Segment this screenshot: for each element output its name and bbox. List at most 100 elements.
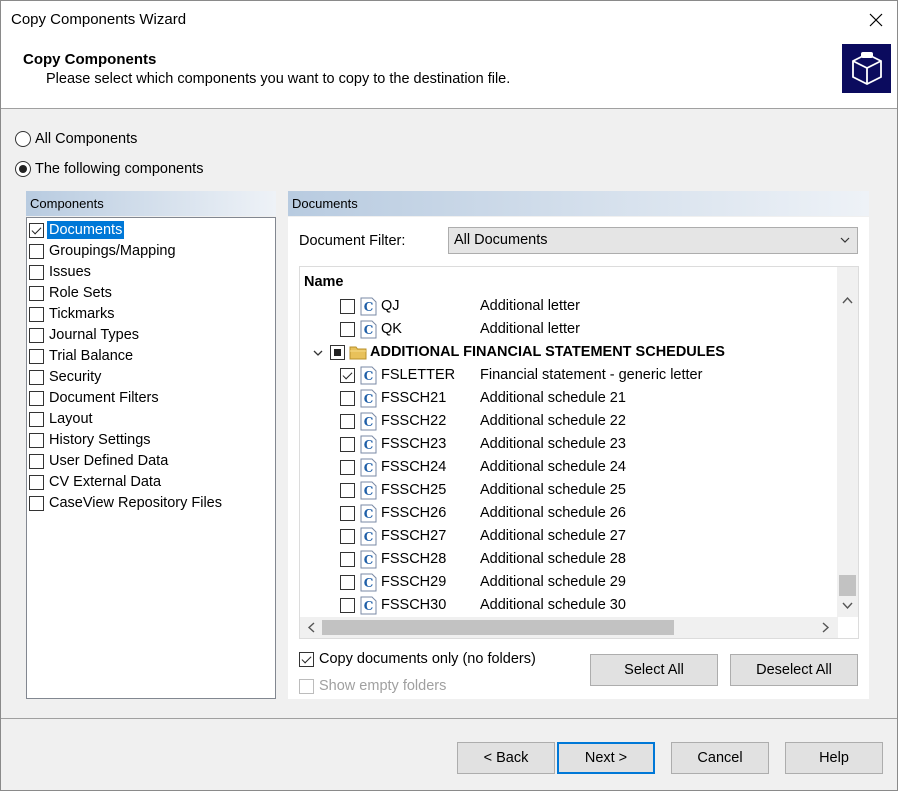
tree-document-row[interactable]: C FSSCH26 Additional schedule 26 xyxy=(300,502,830,525)
document-checkbox[interactable] xyxy=(340,414,355,429)
tree-document-row[interactable]: C FSSCH28 Additional schedule 28 xyxy=(300,548,830,571)
component-item[interactable]: Layout xyxy=(29,409,95,429)
expand-chevron-icon[interactable] xyxy=(312,347,324,359)
component-checkbox[interactable] xyxy=(29,390,44,406)
svg-text:C: C xyxy=(364,438,374,452)
vertical-scroll-thumb[interactable] xyxy=(839,575,856,596)
document-checkbox[interactable] xyxy=(330,345,345,360)
component-item[interactable]: Journal Types xyxy=(29,325,141,345)
cube-icon xyxy=(851,51,882,85)
document-name: FSSCH23 xyxy=(381,436,447,452)
scroll-up-icon[interactable] xyxy=(842,295,853,307)
component-checkbox[interactable] xyxy=(29,243,44,259)
tree-folder-row[interactable]: ADDITIONAL FINANCIAL STATEMENT SCHEDULES xyxy=(300,341,830,364)
component-checkbox[interactable] xyxy=(29,285,44,301)
scroll-down-icon[interactable] xyxy=(842,601,853,613)
document-checkbox[interactable] xyxy=(340,437,355,452)
component-checkbox[interactable] xyxy=(29,327,44,343)
document-checkbox[interactable] xyxy=(340,299,355,314)
document-checkbox[interactable] xyxy=(340,506,355,521)
component-checkbox[interactable] xyxy=(29,264,44,280)
component-checkbox[interactable] xyxy=(29,432,44,448)
document-description: Additional schedule 23 xyxy=(480,436,626,452)
scroll-left-icon[interactable] xyxy=(307,622,315,636)
select-all-button[interactable]: Select All xyxy=(590,654,718,686)
component-checkbox[interactable] xyxy=(29,495,44,511)
tree-document-row[interactable]: C FSSCH30 Additional schedule 30 xyxy=(300,594,830,617)
copy-docs-only-checkbox[interactable] xyxy=(299,651,314,667)
component-item[interactable]: User Defined Data xyxy=(29,451,170,471)
component-checkbox[interactable] xyxy=(29,348,44,364)
component-item[interactable]: Groupings/Mapping xyxy=(29,241,178,261)
component-checkbox[interactable] xyxy=(29,474,44,490)
component-item[interactable]: Trial Balance xyxy=(29,346,135,366)
all-components-radio[interactable]: All Components xyxy=(15,131,137,147)
caseview-document-icon: C xyxy=(360,320,377,343)
tree-document-row[interactable]: C FSSCH21 Additional schedule 21 xyxy=(300,387,830,410)
tree-document-row[interactable]: C FSSCH27 Additional schedule 27 xyxy=(300,525,830,548)
tree-document-row[interactable]: C FSSCH24 Additional schedule 24 xyxy=(300,456,830,479)
following-components-radio[interactable]: The following components xyxy=(15,161,203,177)
document-checkbox[interactable] xyxy=(340,598,355,613)
scroll-right-icon[interactable] xyxy=(822,622,830,636)
document-checkbox[interactable] xyxy=(340,391,355,406)
horizontal-scrollbar[interactable] xyxy=(300,617,838,638)
tree-document-row[interactable]: C FSSCH25 Additional schedule 25 xyxy=(300,479,830,502)
tree-document-row[interactable]: C FSSCH29 Additional schedule 29 xyxy=(300,571,830,594)
component-item[interactable]: History Settings xyxy=(29,430,153,450)
help-button[interactable]: Help xyxy=(785,742,883,774)
page-title: Copy Components xyxy=(23,51,157,68)
tree-document-row[interactable]: C QK Additional letter xyxy=(300,318,830,341)
component-checkbox[interactable] xyxy=(29,222,44,238)
component-item[interactable]: CaseView Repository Files xyxy=(29,493,224,513)
document-checkbox[interactable] xyxy=(340,322,355,337)
document-checkbox[interactable] xyxy=(340,529,355,544)
horizontal-scroll-thumb[interactable] xyxy=(322,620,674,635)
copy-docs-only-label: Copy documents only (no folders) xyxy=(319,651,536,667)
component-checkbox[interactable] xyxy=(29,411,44,427)
component-label: Issues xyxy=(49,264,91,280)
tree-document-row[interactable]: C FSLETTER Financial statement - generic l… xyxy=(300,364,830,387)
caseview-document-icon: C xyxy=(360,366,377,389)
copy-docs-only-option[interactable]: Copy documents only (no folders) xyxy=(299,651,536,667)
component-item[interactable]: Issues xyxy=(29,262,93,282)
document-checkbox[interactable] xyxy=(340,368,355,383)
document-checkbox[interactable] xyxy=(340,483,355,498)
copy-components-dialog: Copy Components Wizard Copy Components P… xyxy=(0,0,898,791)
show-empty-folders-checkbox xyxy=(299,678,314,694)
component-item[interactable]: Role Sets xyxy=(29,283,114,303)
document-name: FSSCH26 xyxy=(381,505,447,521)
component-checkbox[interactable] xyxy=(29,306,44,322)
tree-document-row[interactable]: C FSSCH23 Additional schedule 23 xyxy=(300,433,830,456)
component-checkbox[interactable] xyxy=(29,369,44,385)
component-label: Document Filters xyxy=(49,390,159,406)
documents-tree[interactable]: Name C QJ Additional letter C QK Additio… xyxy=(299,266,859,639)
component-item[interactable]: Documents xyxy=(29,220,125,240)
component-item[interactable]: CV External Data xyxy=(29,472,163,492)
component-label: Security xyxy=(49,369,102,385)
deselect-all-button[interactable]: Deselect All xyxy=(730,654,858,686)
document-filter-select[interactable]: All Documents xyxy=(448,227,858,254)
component-checkbox[interactable] xyxy=(29,453,44,469)
document-checkbox[interactable] xyxy=(340,552,355,567)
next-button[interactable]: Next > xyxy=(557,742,655,774)
vertical-scrollbar[interactable] xyxy=(837,267,858,617)
component-label: Groupings/Mapping xyxy=(49,243,176,259)
wizard-logo xyxy=(842,44,891,93)
cancel-button[interactable]: Cancel xyxy=(671,742,769,774)
tree-document-row[interactable]: C FSSCH22 Additional schedule 22 xyxy=(300,410,830,433)
component-item[interactable]: Document Filters xyxy=(29,388,161,408)
close-icon xyxy=(869,13,883,27)
document-description: Additional schedule 27 xyxy=(480,528,626,544)
document-checkbox[interactable] xyxy=(340,575,355,590)
document-checkbox[interactable] xyxy=(340,460,355,475)
show-empty-folders-option: Show empty folders xyxy=(299,678,446,694)
back-button[interactable]: < Back xyxy=(457,742,555,774)
document-description: Additional schedule 25 xyxy=(480,482,626,498)
close-button[interactable] xyxy=(861,5,891,35)
svg-text:C: C xyxy=(364,461,374,475)
component-item[interactable]: Security xyxy=(29,367,103,387)
document-name: FSSCH27 xyxy=(381,528,447,544)
tree-document-row[interactable]: C QJ Additional letter xyxy=(300,295,830,318)
component-item[interactable]: Tickmarks xyxy=(29,304,117,324)
